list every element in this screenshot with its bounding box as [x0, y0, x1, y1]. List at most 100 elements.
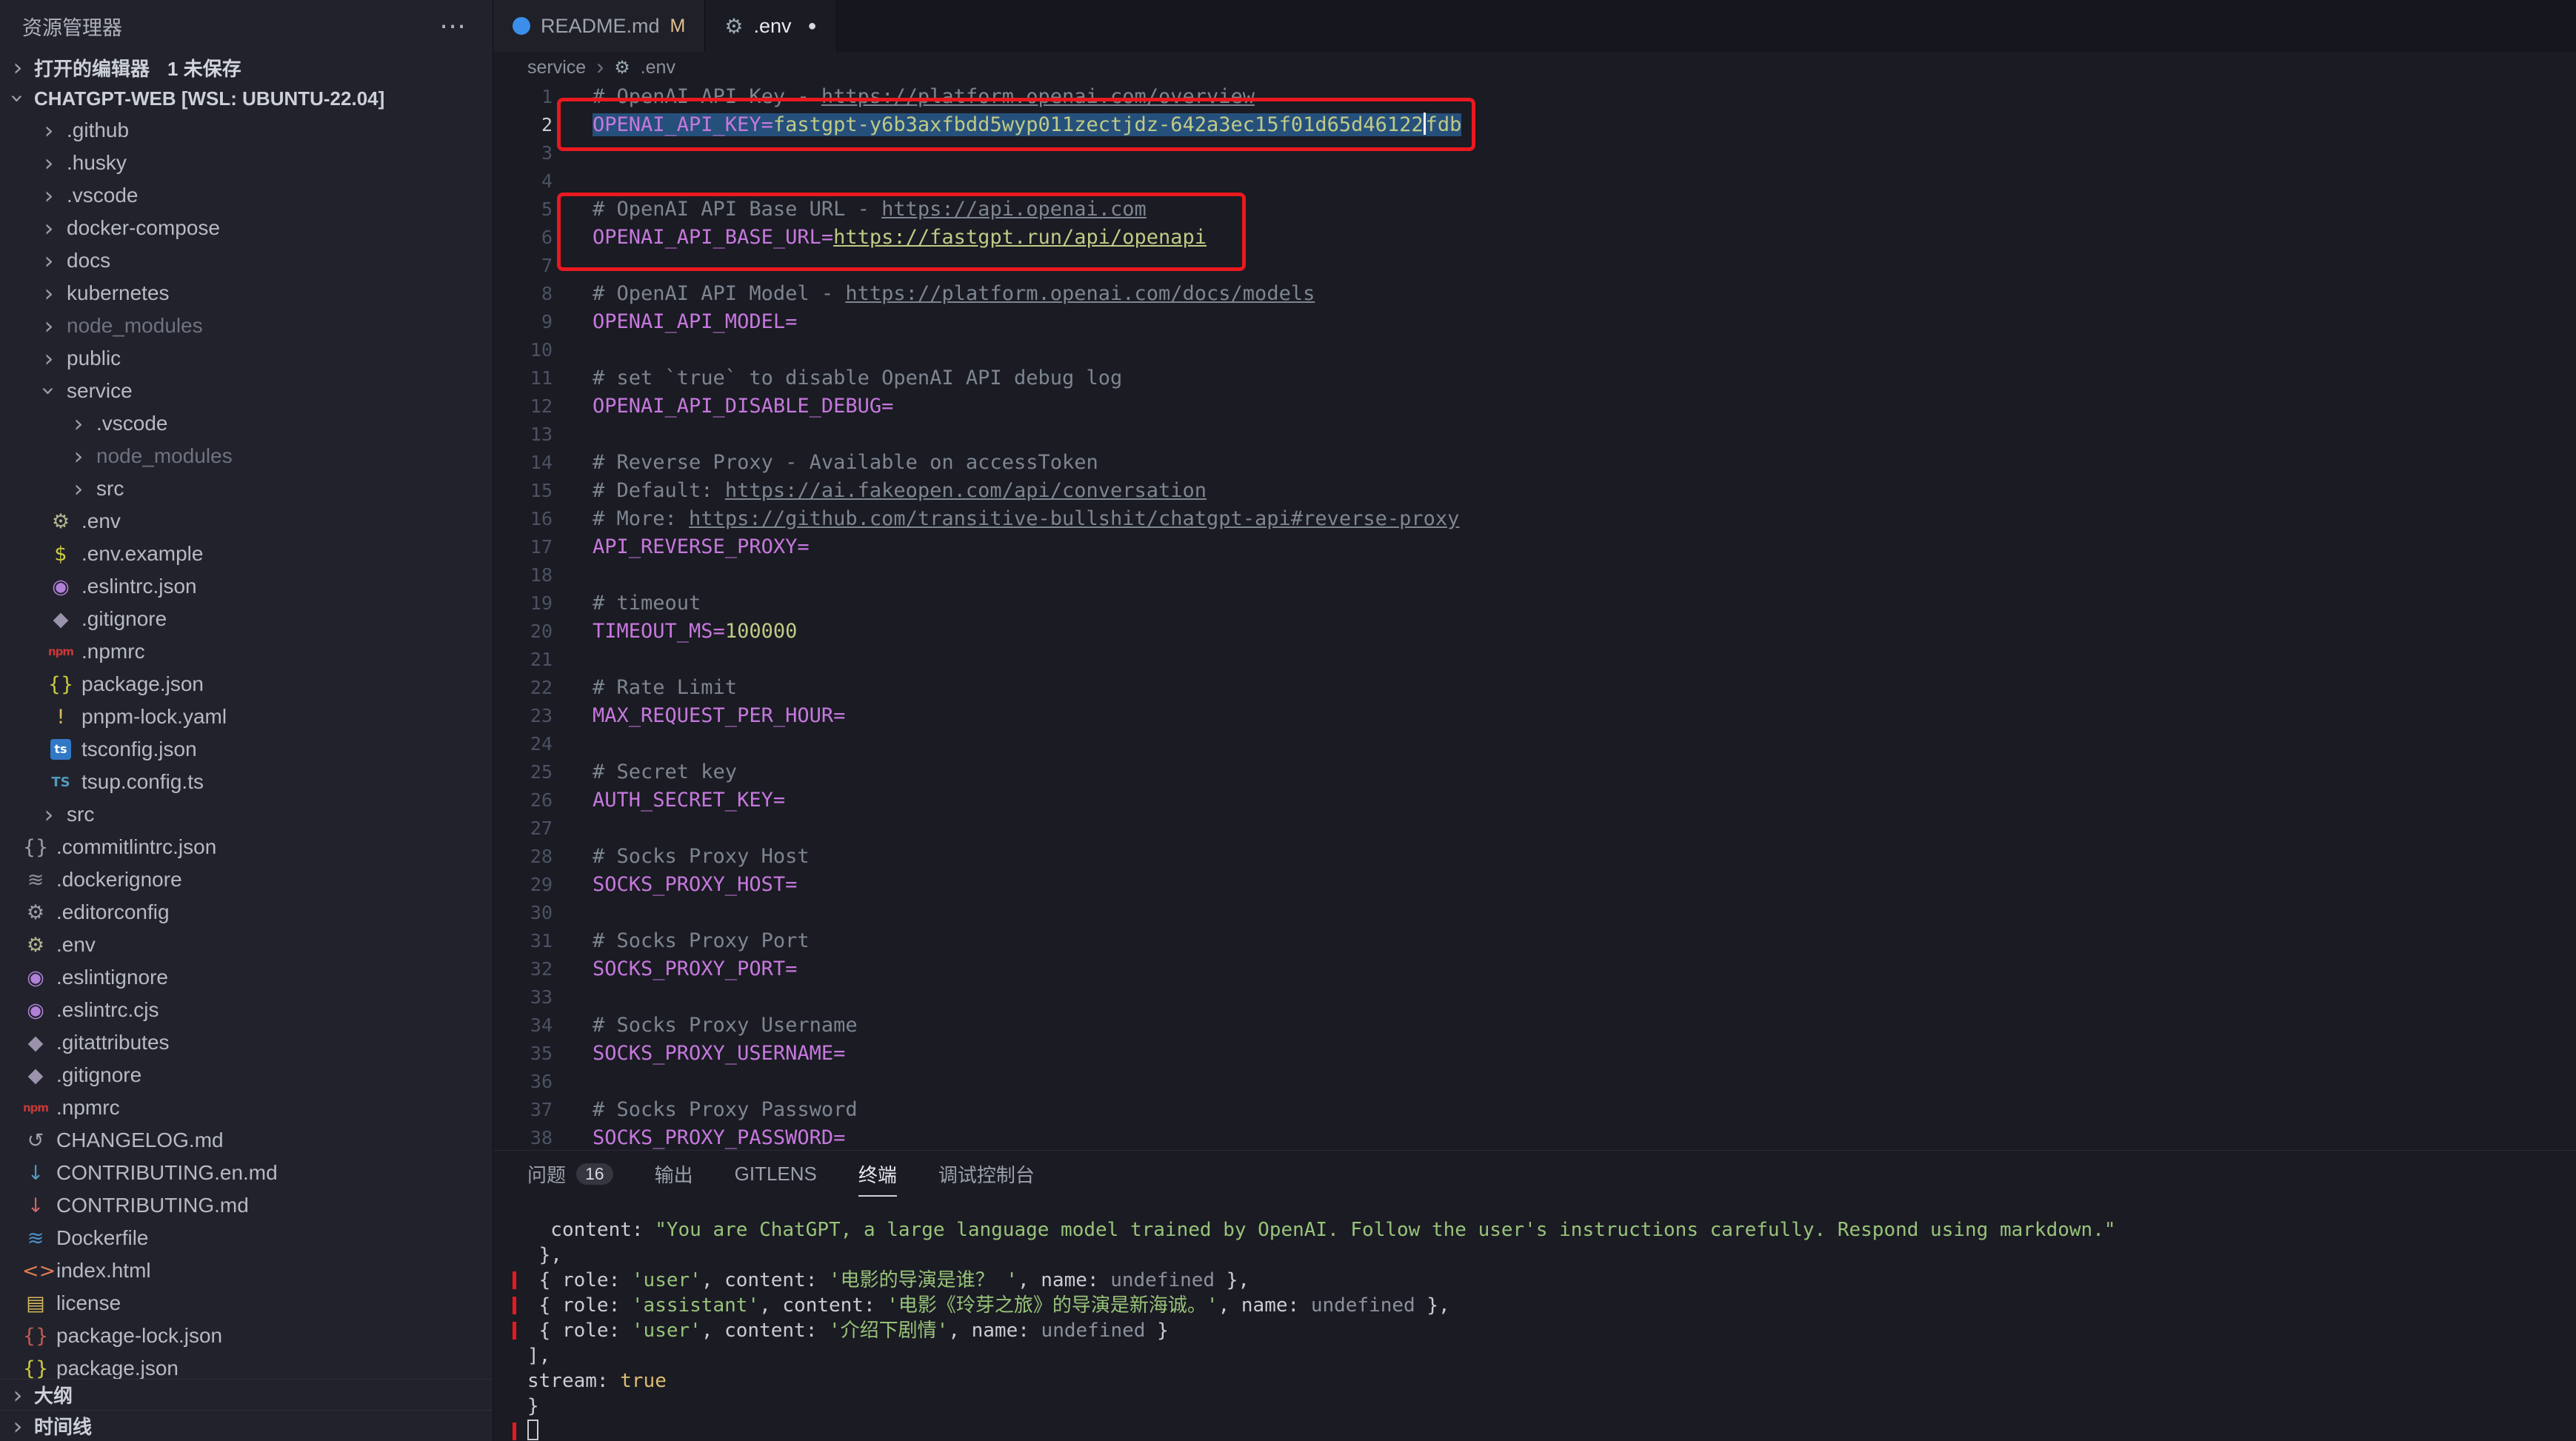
tree-file-CONTRIBUTING.md[interactable]: ↓CONTRIBUTING.md — [0, 1189, 493, 1222]
tree-file-.gitignore[interactable]: ◆.gitignore — [0, 1059, 493, 1091]
workspace-section[interactable]: › CHATGPT-WEB [WSL: UBUNTU-22.04] — [0, 83, 493, 114]
code-line[interactable]: 13 — [493, 421, 2576, 449]
code-line[interactable]: 30 — [493, 899, 2576, 927]
code-segment: 100000 — [725, 620, 798, 643]
tree-file-CONTRIBUTING.en.md[interactable]: ↓CONTRIBUTING.en.md — [0, 1157, 493, 1189]
tree-folder-docs[interactable]: ›docs — [0, 244, 493, 277]
tree-file-.npmrc[interactable]: npm.npmrc — [0, 1091, 493, 1124]
tree-file-.env[interactable]: ⚙.env — [0, 929, 493, 961]
code-line[interactable]: 3 — [493, 139, 2576, 167]
panel-tab-输出[interactable]: 输出 — [655, 1151, 693, 1197]
tree-file-.gitignore[interactable]: ◆.gitignore — [0, 603, 493, 635]
tree-file-index.html[interactable]: <>index.html — [0, 1254, 493, 1287]
tree-file-.eslintignore[interactable]: ◉.eslintignore — [0, 961, 493, 994]
tree-file-tsup.config.ts[interactable]: TStsup.config.ts — [0, 766, 493, 798]
code-line[interactable]: 23MAX_REQUEST_PER_HOUR= — [493, 702, 2576, 730]
more-actions-icon[interactable]: ⋯ — [439, 10, 466, 41]
tree-file-package.json[interactable]: {}package.json — [0, 668, 493, 701]
tree-folder-src[interactable]: ›src — [0, 472, 493, 505]
tree-folder-public[interactable]: ›public — [0, 342, 493, 375]
code-line[interactable]: 18 — [493, 561, 2576, 589]
tree-folder-node_modules[interactable]: ›node_modules — [0, 440, 493, 472]
code-line[interactable]: 29SOCKS_PROXY_HOST= — [493, 871, 2576, 899]
tree-folder-.vscode[interactable]: ›.vscode — [0, 179, 493, 212]
code-line[interactable]: 28# Socks Proxy Host — [493, 843, 2576, 871]
tree-file-tsconfig.json[interactable]: tstsconfig.json — [0, 733, 493, 766]
tree-file-.npmrc[interactable]: npm.npmrc — [0, 635, 493, 668]
tab-.env[interactable]: ⚙.env● — [705, 0, 836, 52]
tree-item-label: docs — [67, 249, 110, 273]
code-line[interactable]: 38SOCKS_PROXY_PASSWORD= — [493, 1124, 2576, 1150]
tree-folder-kubernetes[interactable]: ›kubernetes — [0, 277, 493, 310]
tree-file-.eslintrc.cjs[interactable]: ◉.eslintrc.cjs — [0, 994, 493, 1026]
terminal-line: ], — [527, 1343, 2576, 1368]
code-line[interactable]: 16# More: https://github.com/transitive-… — [493, 505, 2576, 533]
code-line[interactable]: 27 — [493, 815, 2576, 843]
code-line[interactable]: 1# OpenAI API Key - https://platform.ope… — [493, 83, 2576, 111]
tree-file-license[interactable]: ▤license — [0, 1287, 493, 1320]
code-line[interactable]: 20TIMEOUT_MS=100000 — [493, 618, 2576, 646]
code-line[interactable]: 36 — [493, 1068, 2576, 1096]
tree-item-label: .dockerignore — [56, 868, 182, 892]
tree-item-label: Dockerfile — [56, 1226, 148, 1250]
code-line[interactable]: 33 — [493, 983, 2576, 1012]
panel-tab-问题[interactable]: 问题16 — [527, 1151, 613, 1197]
tree-folder-src[interactable]: ›src — [0, 798, 493, 831]
tree-file-.editorconfig[interactable]: ⚙.editorconfig — [0, 896, 493, 929]
code-line[interactable]: 10 — [493, 336, 2576, 364]
tree-file-Dockerfile[interactable]: ≋Dockerfile — [0, 1222, 493, 1254]
tree-folder-.github[interactable]: ›.github — [0, 114, 493, 147]
code-line[interactable]: 21 — [493, 646, 2576, 674]
tree-file-.gitattributes[interactable]: ◆.gitattributes — [0, 1026, 493, 1059]
tree-file-.dockerignore[interactable]: ≋.dockerignore — [0, 863, 493, 896]
code-line[interactable]: 6OPENAI_API_BASE_URL=https://fastgpt.run… — [493, 224, 2576, 252]
code-line[interactable]: 7 — [493, 252, 2576, 280]
panel-tab-label: 调试控制台 — [938, 1160, 1035, 1188]
tree-folder-.vscode[interactable]: ›.vscode — [0, 407, 493, 440]
code-line[interactable]: 26AUTH_SECRET_KEY= — [493, 786, 2576, 815]
breadcrumb-item-env[interactable]: .env — [641, 57, 675, 78]
code-line[interactable]: 17API_REVERSE_PROXY= — [493, 533, 2576, 561]
panel-tab-GITLENS[interactable]: GITLENS — [735, 1151, 817, 1197]
code-line[interactable]: 8# OpenAI API Model - https://platform.o… — [493, 280, 2576, 308]
timeline-section[interactable]: › 时间线 — [0, 1410, 493, 1441]
code-line[interactable]: 4 — [493, 167, 2576, 195]
tree-folder-.husky[interactable]: ›.husky — [0, 147, 493, 179]
code-line[interactable]: 37# Socks Proxy Password — [493, 1096, 2576, 1124]
tree-item-label: index.html — [56, 1259, 151, 1283]
tree-folder-service[interactable]: ›service — [0, 375, 493, 407]
tree-file-pnpm-lock.yaml[interactable]: !pnpm-lock.yaml — [0, 701, 493, 733]
code-line[interactable]: 14# Reverse Proxy - Available on accessT… — [493, 449, 2576, 477]
breadcrumb-item-service[interactable]: service — [527, 57, 586, 78]
code-line[interactable]: 19# timeout — [493, 589, 2576, 618]
tree-folder-docker-compose[interactable]: ›docker-compose — [0, 212, 493, 244]
code-line[interactable]: 15# Default: https://ai.fakeopen.com/api… — [493, 477, 2576, 505]
tree-file-CHANGELOG.md[interactable]: ↺CHANGELOG.md — [0, 1124, 493, 1157]
code-line[interactable]: 22# Rate Limit — [493, 674, 2576, 702]
open-editors-section[interactable]: › 打开的编辑器 1 未保存 — [0, 52, 493, 83]
editor[interactable]: 1# OpenAI API Key - https://platform.ope… — [493, 83, 2576, 1150]
code-line[interactable]: 9OPENAI_API_MODEL= — [493, 308, 2576, 336]
code-line[interactable]: 25# Secret key — [493, 758, 2576, 786]
code-line[interactable]: 2OPENAI_API_KEY=fastgpt-y6b3axfbdd5wyp01… — [493, 111, 2576, 139]
tree-file-.env.example[interactable]: $.env.example — [0, 538, 493, 570]
tab-README.md[interactable]: README.mdM — [493, 0, 705, 52]
panel-tab-终端[interactable]: 终端 — [858, 1151, 897, 1197]
npm-icon: npm — [47, 645, 74, 658]
outline-section[interactable]: › 大纲 — [0, 1379, 493, 1410]
code-line[interactable]: 5# OpenAI API Base URL - https://api.ope… — [493, 195, 2576, 224]
tree-file-.commitlintrc.json[interactable]: {}.commitlintrc.json — [0, 831, 493, 863]
tree-file-.eslintrc.json[interactable]: ◉.eslintrc.json — [0, 570, 493, 603]
code-line[interactable]: 11# set `true` to disable OpenAI API deb… — [493, 364, 2576, 392]
code-line[interactable]: 24 — [493, 730, 2576, 758]
code-line[interactable]: 31# Socks Proxy Port — [493, 927, 2576, 955]
tree-file-package-lock.json[interactable]: {}package-lock.json — [0, 1320, 493, 1352]
code-line[interactable]: 34# Socks Proxy Username — [493, 1012, 2576, 1040]
code-line[interactable]: 12OPENAI_API_DISABLE_DEBUG= — [493, 392, 2576, 421]
code-line[interactable]: 35SOCKS_PROXY_USERNAME= — [493, 1040, 2576, 1068]
code-line[interactable]: 32SOCKS_PROXY_PORT= — [493, 955, 2576, 983]
panel-tab-调试控制台[interactable]: 调试控制台 — [938, 1151, 1035, 1197]
tree-folder-node_modules[interactable]: ›node_modules — [0, 310, 493, 342]
terminal-output[interactable]: content: "You are ChatGPT, a large langu… — [493, 1197, 2576, 1441]
tree-file-.env[interactable]: ⚙.env — [0, 505, 493, 538]
